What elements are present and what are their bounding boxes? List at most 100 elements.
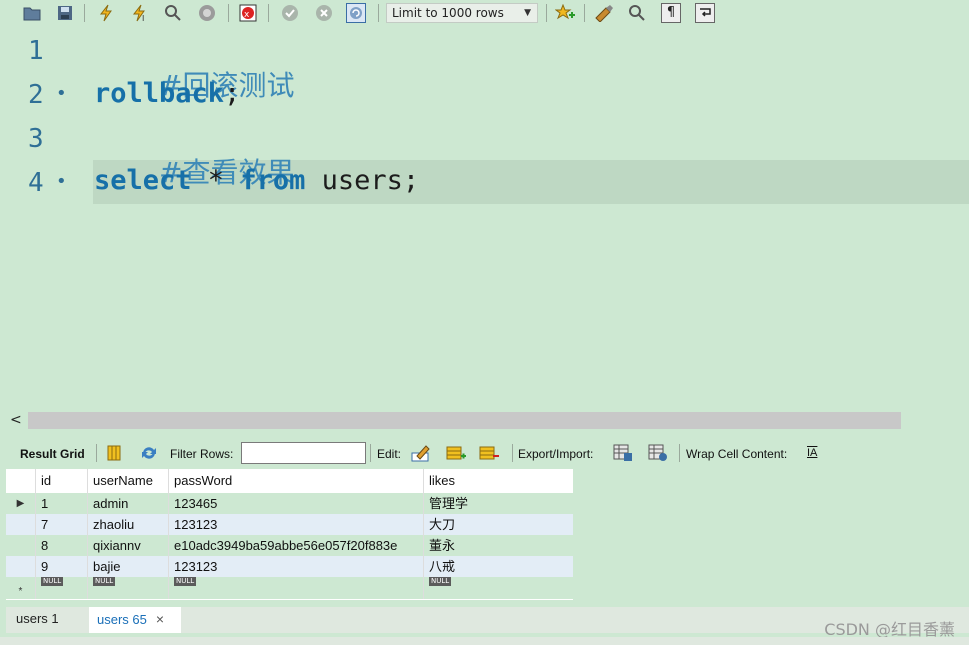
grid-view-icon[interactable]: [103, 443, 125, 463]
sql-keyword: rollback: [94, 78, 225, 109]
line-number: 4: [28, 168, 44, 198]
cell-likes[interactable]: 管理学: [424, 493, 573, 514]
null-badge: NULL: [41, 577, 64, 586]
limit-rows-label: Limit to 1000 rows: [392, 6, 504, 20]
line-number: 3: [28, 124, 44, 154]
svg-text:x: x: [244, 10, 250, 20]
cell-password[interactable]: 123123: [169, 514, 424, 535]
statement-marker: •: [56, 171, 67, 192]
close-icon[interactable]: ×: [156, 611, 164, 627]
filter-rows-input[interactable]: [241, 442, 366, 464]
cell-id[interactable]: 9: [36, 556, 88, 577]
cell-likes[interactable]: 八戒: [424, 556, 573, 577]
column-header-id[interactable]: id: [36, 469, 88, 493]
sql-text: *: [191, 165, 241, 196]
table-row[interactable]: 9 bajie 123123 八戒: [6, 556, 573, 577]
wrap-cell-icon[interactable]: IA: [807, 447, 817, 459]
row-header-corner: [6, 469, 36, 493]
toggle-error-icon[interactable]: x: [238, 3, 258, 23]
result-grid-tab[interactable]: Result Grid: [20, 447, 85, 461]
row-marker: [6, 556, 36, 577]
edit-row-icon[interactable]: [410, 443, 432, 463]
cell-id[interactable]: NULL: [36, 577, 88, 599]
add-row-icon[interactable]: [445, 443, 467, 463]
cell-username[interactable]: zhaoliu: [88, 514, 169, 535]
scroll-left-arrow-icon[interactable]: <: [10, 411, 22, 430]
cell-likes[interactable]: NULL: [424, 577, 573, 599]
null-badge: NULL: [429, 577, 452, 586]
find-icon[interactable]: [627, 3, 647, 23]
invisible-chars-icon[interactable]: ¶: [661, 3, 681, 23]
cell-username[interactable]: qixiannv: [88, 535, 169, 556]
import-icon[interactable]: [647, 443, 669, 463]
execute-icon[interactable]: [96, 3, 116, 23]
cell-id[interactable]: 7: [36, 514, 88, 535]
sql-toolbar: I x Limit to 1000 rows ▼ ¶: [0, 0, 969, 28]
column-header-username[interactable]: userName: [88, 469, 169, 493]
save-icon[interactable]: [55, 3, 75, 23]
sql-keyword: select: [94, 165, 192, 196]
new-row-marker-icon: *: [6, 577, 36, 599]
tab-label: users 65: [97, 612, 147, 627]
limit-rows-select[interactable]: Limit to 1000 rows ▼: [386, 3, 538, 23]
cell-id[interactable]: 8: [36, 535, 88, 556]
open-folder-icon[interactable]: [22, 3, 42, 23]
result-toolbar: Result Grid Filter Rows: Edit: Export/Im…: [6, 438, 969, 470]
cell-username[interactable]: bajie: [88, 556, 169, 577]
delete-row-icon[interactable]: [478, 443, 500, 463]
null-badge: NULL: [174, 577, 197, 586]
wrap-icon[interactable]: [695, 3, 715, 23]
sql-text: users;: [305, 165, 420, 196]
tab-users-65[interactable]: users 65 ×: [89, 607, 181, 633]
row-marker: [6, 514, 36, 535]
commit-icon[interactable]: [280, 3, 300, 23]
autocommit-icon[interactable]: [346, 3, 366, 23]
code-line-2[interactable]: rollback;: [94, 78, 240, 109]
statement-marker: •: [56, 83, 67, 104]
svg-text:I: I: [142, 14, 144, 22]
row-marker: [6, 535, 36, 556]
beautify-icon[interactable]: [594, 3, 614, 23]
scrollbar-thumb[interactable]: [28, 412, 901, 429]
cell-password[interactable]: 123123: [169, 556, 424, 577]
current-row-marker-icon: ▶: [6, 493, 36, 514]
code-line-4[interactable]: select * from users;: [94, 165, 419, 196]
bottom-strip: [0, 637, 969, 645]
cell-username[interactable]: admin: [88, 493, 169, 514]
column-header-likes[interactable]: likes: [424, 469, 573, 493]
refresh-icon[interactable]: [138, 443, 160, 463]
sql-text: ;: [224, 78, 241, 109]
cell-likes[interactable]: 大刀: [424, 514, 573, 535]
horizontal-scrollbar[interactable]: <: [6, 411, 969, 430]
bookmark-icon[interactable]: [555, 3, 575, 23]
line-number: 1: [28, 36, 44, 66]
export-icon[interactable]: [612, 443, 634, 463]
tab-label: users 1: [16, 611, 59, 626]
grid-header: id userName passWord likes: [6, 469, 573, 493]
new-row[interactable]: * NULL NULL NULL NULL: [6, 577, 573, 599]
cell-username[interactable]: NULL: [88, 577, 169, 599]
cell-id[interactable]: 1: [36, 493, 88, 514]
rollback-icon[interactable]: [314, 3, 334, 23]
cell-likes[interactable]: 董永: [424, 535, 573, 556]
result-grid[interactable]: id userName passWord likes ▶ 1 admin 123…: [6, 469, 573, 600]
cell-password[interactable]: 123465: [169, 493, 424, 514]
column-header-password[interactable]: passWord: [169, 469, 424, 493]
line-number: 2: [28, 80, 44, 110]
table-row[interactable]: 8 qixiannv e10adc3949ba59abbe56e057f20f8…: [6, 535, 573, 556]
edit-label: Edit:: [377, 447, 402, 461]
explain-icon[interactable]: [163, 3, 183, 23]
sql-keyword: from: [240, 165, 306, 196]
null-badge: NULL: [93, 577, 116, 586]
table-row[interactable]: ▶ 1 admin 123465 管理学: [6, 493, 573, 514]
tab-users-1[interactable]: users 1: [8, 607, 67, 633]
sql-editor[interactable]: 1 #回滚测试 2 • rollback; 3 #查看效果 4 • select…: [6, 28, 969, 411]
execute-current-icon[interactable]: I: [130, 3, 150, 23]
stop-icon[interactable]: [197, 3, 217, 23]
cell-password[interactable]: NULL: [169, 577, 424, 599]
wrap-cell-label: Wrap Cell Content:: [686, 447, 788, 461]
table-row[interactable]: 7 zhaoliu 123123 大刀: [6, 514, 573, 535]
cell-password[interactable]: e10adc3949ba59abbe56e057f20f883e: [169, 535, 424, 556]
chevron-down-icon: ▼: [524, 8, 531, 18]
export-import-label: Export/Import:: [518, 447, 594, 461]
